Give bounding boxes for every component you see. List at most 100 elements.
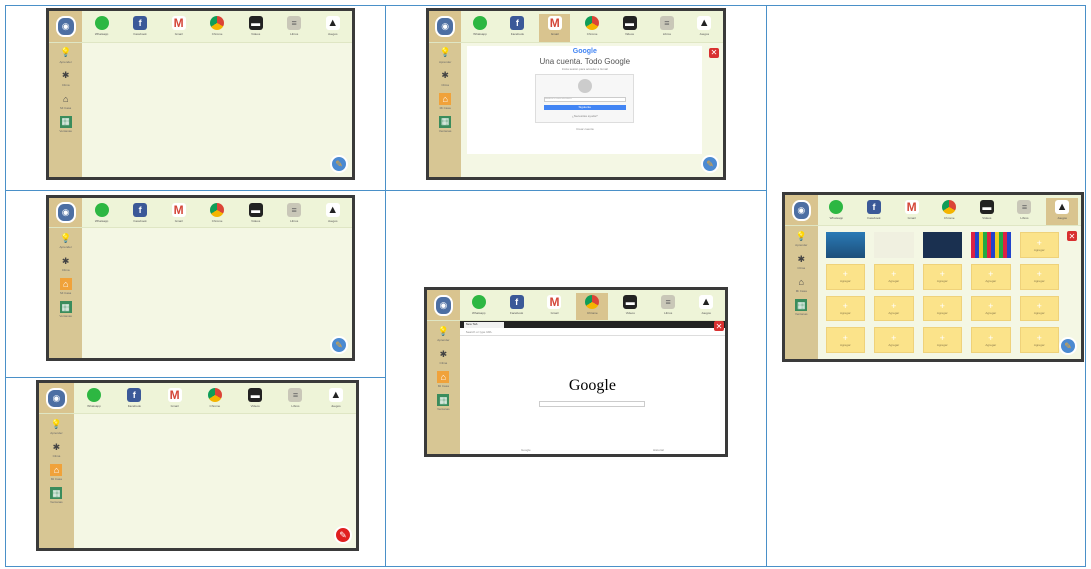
create-account-link[interactable]: Crear cuenta [576, 127, 593, 131]
app-whatsapp[interactable]: Whatsapp [85, 14, 117, 42]
app-books[interactable]: ≡ Libros [652, 293, 684, 320]
app-gamepad[interactable]: ▲ Juegos [1046, 198, 1078, 226]
sidebar-item-house[interactable]: ⌂ Mi Casa [432, 371, 455, 388]
app-videos[interactable]: ▬ Videos [614, 14, 645, 42]
assistant-button[interactable]: ✎ [701, 155, 719, 173]
sidebar-item-window[interactable]: ▦ Ventanas [434, 115, 457, 133]
app-facebook[interactable]: f Facebook [501, 293, 533, 320]
home-button[interactable]: ◉ [49, 11, 83, 42]
sidebar-item-house[interactable]: ⌂ Mi Casa [790, 276, 813, 293]
add-game-slot[interactable]: + Agregar [922, 327, 963, 353]
add-game-slot[interactable]: + Agregar [874, 295, 914, 322]
sidebar-item-lightbulb[interactable]: 💡 Aprender [44, 418, 68, 436]
sidebar-item-fan[interactable]: ✱ Clima [54, 255, 77, 273]
add-game-slot[interactable]: + Agregar [1019, 295, 1059, 322]
add-game-slot[interactable]: + Agregar [1019, 327, 1059, 353]
app-gamepad[interactable]: ▲ Juegos [690, 293, 722, 320]
add-game-slot[interactable]: + Agregar [825, 295, 866, 322]
sidebar-item-lightbulb[interactable]: 💡 Aprender [790, 230, 813, 248]
app-gamepad[interactable]: ▲ Juegos [319, 386, 353, 413]
sidebar-item-window[interactable]: ▦ Ventanas [432, 394, 455, 411]
assistant-button[interactable]: ✎ [334, 526, 352, 544]
app-gmail[interactable]: M Gmail [162, 201, 194, 227]
add-game-slot[interactable]: + Agregar [825, 327, 866, 353]
sidebar-item-lightbulb[interactable]: 💡 Aprender [434, 47, 457, 64]
app-gmail[interactable]: M Gmail [162, 14, 194, 42]
game-thumbnail[interactable] [971, 232, 1011, 258]
assistant-button[interactable]: ✎ [330, 336, 348, 354]
app-chrome[interactable]: Chrome [198, 386, 232, 413]
app-chrome[interactable]: Chrome [201, 14, 233, 42]
sidebar-item-fan[interactable]: ✱ Clima [432, 348, 455, 366]
app-facebook[interactable]: f Facebook [117, 386, 151, 413]
add-game-slot[interactable]: + Agregar [1019, 263, 1059, 290]
app-videos[interactable]: ▬ Videos [239, 14, 271, 42]
app-videos[interactable]: ▬ Videos [238, 386, 272, 413]
app-facebook[interactable]: f Facebook [502, 14, 533, 42]
sidebar-item-window[interactable]: ▦ Ventanas [44, 487, 68, 504]
sidebar-item-house[interactable]: ⌂ Mi Casa [54, 93, 77, 110]
sidebar-item-house[interactable]: ⌂ Mi Casa [54, 278, 77, 295]
sidebar-item-lightbulb[interactable]: 💡 Aprender [54, 232, 77, 250]
app-books[interactable]: ≡ Libros [278, 14, 310, 42]
app-chrome[interactable]: Chrome [576, 14, 607, 42]
help-link[interactable]: ¿Necesitas ayuda? [572, 114, 598, 118]
add-game-slot[interactable]: + Agregar [874, 263, 914, 290]
browser-tab[interactable]: New Tab [463, 322, 504, 329]
game-thumbnail[interactable] [825, 232, 866, 258]
sidebar-item-fan[interactable]: ✱ Clima [790, 253, 813, 271]
app-chrome[interactable]: Chrome [201, 201, 233, 227]
add-game-slot[interactable]: + Agregar [1019, 232, 1059, 258]
add-game-slot[interactable]: + Agregar [971, 327, 1011, 353]
home-button[interactable]: ◉ [429, 11, 462, 42]
google-search-input[interactable] [539, 400, 646, 407]
footer-link-history[interactable]: Historial [653, 448, 664, 452]
app-gmail[interactable]: M Gmail [896, 198, 928, 225]
assistant-button[interactable]: ✎ [330, 155, 348, 173]
app-chrome[interactable]: Chrome [576, 293, 609, 321]
home-button[interactable]: ◉ [785, 195, 818, 226]
app-facebook[interactable]: f Facebook [124, 14, 156, 42]
app-whatsapp[interactable]: Whatsapp [77, 386, 111, 413]
app-books[interactable]: ≡ Libros [651, 14, 682, 42]
app-whatsapp[interactable]: Whatsapp [464, 14, 495, 42]
app-gmail[interactable]: M Gmail [539, 14, 571, 42]
add-game-slot[interactable]: + Agregar [922, 295, 963, 322]
email-field[interactable]: Introduce tu correo electrónico [543, 96, 626, 102]
sidebar-item-house[interactable]: ⌂ Mi Casa [434, 92, 457, 110]
close-button[interactable]: ✕ [709, 47, 719, 58]
sidebar-item-lightbulb[interactable]: 💡 Aprender [432, 325, 455, 343]
sidebar-item-lightbulb[interactable]: 💡 Aprender [54, 47, 77, 64]
add-game-slot[interactable]: + Agregar [971, 295, 1011, 322]
add-game-slot[interactable]: + Agregar [874, 327, 914, 353]
app-chrome[interactable]: Chrome [933, 198, 965, 225]
game-thumbnail[interactable] [874, 232, 914, 258]
app-facebook[interactable]: f Facebook [858, 198, 890, 225]
home-button[interactable]: ◉ [427, 290, 460, 321]
home-button[interactable]: ◉ [49, 198, 83, 228]
app-books[interactable]: ≡ Libros [278, 201, 310, 227]
app-books[interactable]: ≡ Libros [279, 386, 313, 413]
home-button[interactable]: ◉ [39, 383, 74, 414]
sidebar-item-window[interactable]: ▦ Ventanas [54, 115, 77, 133]
sidebar-item-house[interactable]: ⌂ Mi Casa [44, 464, 68, 481]
game-thumbnail[interactable] [922, 232, 963, 258]
add-game-slot[interactable]: + Agregar [922, 263, 963, 290]
app-gmail[interactable]: M Gmail [158, 386, 192, 413]
app-videos[interactable]: ▬ Videos [971, 198, 1003, 225]
app-whatsapp[interactable]: Whatsapp [85, 201, 117, 227]
app-whatsapp[interactable]: Whatsapp [821, 198, 853, 225]
sidebar-item-window[interactable]: ▦ Ventanas [790, 299, 813, 316]
app-gamepad[interactable]: ▲ Juegos [689, 14, 720, 42]
close-button[interactable]: ✕ [1067, 231, 1077, 242]
add-game-slot[interactable]: + Agregar [971, 263, 1011, 290]
close-button[interactable]: ✕ [714, 321, 724, 332]
sidebar-item-window[interactable]: ▦ Ventanas [54, 301, 77, 318]
sidebar-item-fan[interactable]: ✱ Clima [54, 70, 77, 87]
app-gamepad[interactable]: ▲ Juegos [317, 201, 349, 227]
add-game-slot[interactable]: + Agregar [825, 263, 866, 290]
address-bar[interactable]: Search or type URL [459, 328, 725, 337]
app-whatsapp[interactable]: Whatsapp [463, 293, 495, 320]
app-facebook[interactable]: f Facebook [124, 201, 156, 227]
footer-link-google[interactable]: Google [521, 448, 531, 452]
